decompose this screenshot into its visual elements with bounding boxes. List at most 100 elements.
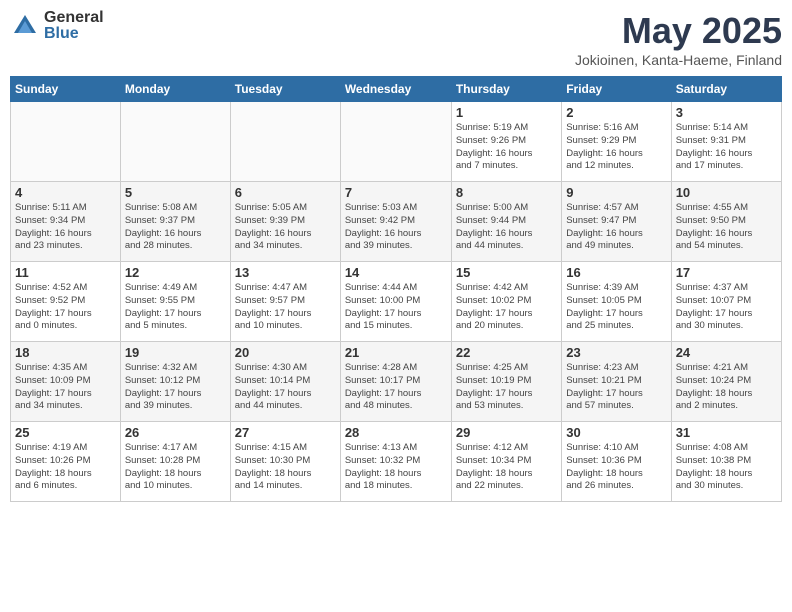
day-number: 8 — [456, 185, 557, 200]
day-info: Sunrise: 5:08 AM Sunset: 9:37 PM Dayligh… — [125, 202, 226, 253]
day-number: 15 — [456, 265, 557, 280]
calendar-day: 6Sunrise: 5:05 AM Sunset: 9:39 PM Daylig… — [230, 182, 340, 262]
day-number: 20 — [235, 345, 336, 360]
day-number: 17 — [676, 265, 777, 280]
calendar-day: 9 Sunrise: 4:57 AM Sunset: 9:47 PM Daylig… — [562, 182, 671, 262]
day-info: Sunrise: 4:39 AM Sunset: 10:05 PM Daylig… — [566, 282, 666, 333]
logo-icon — [10, 11, 40, 41]
header-row: SundayMondayTuesdayWednesdayThursdayFrid… — [11, 77, 782, 102]
calendar-day: 30Sunrise: 4:10 AM Sunset: 10:36 PM Dayl… — [562, 422, 671, 502]
calendar-week: 25 Sunrise: 4:19 AM Sunset: 10:26 PM Dayl… — [11, 422, 782, 502]
calendar-day: 3 Sunrise: 5:14 AM Sunset: 9:31 PM Daylig… — [671, 102, 781, 182]
day-info: Sunrise: 4:25 AM Sunset: 10:19 PM Daylig… — [456, 362, 557, 413]
day-info: Sunrise: 4:15 AM Sunset: 10:30 PM Daylig… — [235, 442, 336, 493]
day-info: Sunrise: 5:03 AM Sunset: 9:42 PM Dayligh… — [345, 202, 447, 253]
day-number: 5 — [125, 185, 226, 200]
calendar-day: 24 Sunrise: 4:21 AM Sunset: 10:24 PM Dayl… — [671, 342, 781, 422]
calendar-day: 29 Sunrise: 4:12 AM Sunset: 10:34 PM Dayl… — [451, 422, 561, 502]
header-day: Sunday — [11, 77, 121, 102]
day-number: 18 — [15, 345, 116, 360]
calendar-day: 14Sunrise: 4:44 AM Sunset: 10:00 PM Dayl… — [340, 262, 451, 342]
day-number: 9 — [566, 185, 666, 200]
calendar-day — [340, 102, 451, 182]
calendar-day: 16Sunrise: 4:39 AM Sunset: 10:05 PM Dayl… — [562, 262, 671, 342]
day-info: Sunrise: 4:12 AM Sunset: 10:34 PM Daylig… — [456, 442, 557, 493]
calendar-day: 28 Sunrise: 4:13 AM Sunset: 10:32 PM Dayl… — [340, 422, 451, 502]
calendar-day: 15 Sunrise: 4:42 AM Sunset: 10:02 PM Dayl… — [451, 262, 561, 342]
calendar-week: 18 Sunrise: 4:35 AM Sunset: 10:09 PM Dayl… — [11, 342, 782, 422]
calendar-day: 22Sunrise: 4:25 AM Sunset: 10:19 PM Dayl… — [451, 342, 561, 422]
day-info: Sunrise: 4:19 AM Sunset: 10:26 PM Daylig… — [15, 442, 116, 493]
calendar-day: 2 Sunrise: 5:16 AM Sunset: 9:29 PM Daylig… — [562, 102, 671, 182]
calendar-day — [230, 102, 340, 182]
calendar-day: 19Sunrise: 4:32 AM Sunset: 10:12 PM Dayl… — [120, 342, 230, 422]
header-day: Wednesday — [340, 77, 451, 102]
day-number: 7 — [345, 185, 447, 200]
day-number: 4 — [15, 185, 116, 200]
day-info: Sunrise: 5:11 AM Sunset: 9:34 PM Dayligh… — [15, 202, 116, 253]
calendar-week: 1Sunrise: 5:19 AM Sunset: 9:26 PM Daylig… — [11, 102, 782, 182]
day-info: Sunrise: 4:37 AM Sunset: 10:07 PM Daylig… — [676, 282, 777, 333]
day-info: Sunrise: 4:21 AM Sunset: 10:24 PM Daylig… — [676, 362, 777, 413]
page-header: General Blue May 2025 Jokioinen, Kanta-H… — [10, 10, 782, 68]
logo-text: General Blue — [44, 10, 104, 42]
title-block: May 2025 Jokioinen, Kanta-Haeme, Finland — [575, 10, 782, 68]
day-info: Sunrise: 4:42 AM Sunset: 10:02 PM Daylig… — [456, 282, 557, 333]
header-day: Monday — [120, 77, 230, 102]
calendar-week: 11 Sunrise: 4:52 AM Sunset: 9:52 PM Dayli… — [11, 262, 782, 342]
day-number: 1 — [456, 105, 557, 120]
day-info: Sunrise: 4:52 AM Sunset: 9:52 PM Dayligh… — [15, 282, 116, 333]
header-day: Thursday — [451, 77, 561, 102]
day-number: 3 — [676, 105, 777, 120]
calendar-day: 25 Sunrise: 4:19 AM Sunset: 10:26 PM Dayl… — [11, 422, 121, 502]
calendar-day: 31 Sunrise: 4:08 AM Sunset: 10:38 PM Dayl… — [671, 422, 781, 502]
day-info: Sunrise: 4:49 AM Sunset: 9:55 PM Dayligh… — [125, 282, 226, 333]
day-number: 19 — [125, 345, 226, 360]
day-info: Sunrise: 4:23 AM Sunset: 10:21 PM Daylig… — [566, 362, 666, 413]
calendar-day: 4 Sunrise: 5:11 AM Sunset: 9:34 PM Daylig… — [11, 182, 121, 262]
day-number: 12 — [125, 265, 226, 280]
day-number: 2 — [566, 105, 666, 120]
header-day: Saturday — [671, 77, 781, 102]
calendar-body: 1Sunrise: 5:19 AM Sunset: 9:26 PM Daylig… — [11, 102, 782, 502]
day-number: 25 — [15, 425, 116, 440]
day-number: 14 — [345, 265, 447, 280]
calendar-day: 13Sunrise: 4:47 AM Sunset: 9:57 PM Dayli… — [230, 262, 340, 342]
day-info: Sunrise: 4:10 AM Sunset: 10:36 PM Daylig… — [566, 442, 666, 493]
calendar-day: 17 Sunrise: 4:37 AM Sunset: 10:07 PM Dayl… — [671, 262, 781, 342]
day-info: Sunrise: 4:57 AM Sunset: 9:47 PM Dayligh… — [566, 202, 666, 253]
day-number: 31 — [676, 425, 777, 440]
calendar-day: 20Sunrise: 4:30 AM Sunset: 10:14 PM Dayl… — [230, 342, 340, 422]
day-number: 11 — [15, 265, 116, 280]
calendar-day: 11 Sunrise: 4:52 AM Sunset: 9:52 PM Dayli… — [11, 262, 121, 342]
day-info: Sunrise: 4:35 AM Sunset: 10:09 PM Daylig… — [15, 362, 116, 413]
day-info: Sunrise: 4:28 AM Sunset: 10:17 PM Daylig… — [345, 362, 447, 413]
day-info: Sunrise: 4:13 AM Sunset: 10:32 PM Daylig… — [345, 442, 447, 493]
day-number: 28 — [345, 425, 447, 440]
calendar-header: SundayMondayTuesdayWednesdayThursdayFrid… — [11, 77, 782, 102]
calendar-table: SundayMondayTuesdayWednesdayThursdayFrid… — [10, 76, 782, 502]
logo-general: General — [44, 10, 104, 26]
day-number: 27 — [235, 425, 336, 440]
calendar-day: 12 Sunrise: 4:49 AM Sunset: 9:55 PM Dayli… — [120, 262, 230, 342]
logo: General Blue — [10, 10, 104, 42]
day-info: Sunrise: 5:14 AM Sunset: 9:31 PM Dayligh… — [676, 122, 777, 173]
day-number: 29 — [456, 425, 557, 440]
day-number: 6 — [235, 185, 336, 200]
calendar-day: 10Sunrise: 4:55 AM Sunset: 9:50 PM Dayli… — [671, 182, 781, 262]
calendar-day: 27 Sunrise: 4:15 AM Sunset: 10:30 PM Dayl… — [230, 422, 340, 502]
calendar-day: 26Sunrise: 4:17 AM Sunset: 10:28 PM Dayl… — [120, 422, 230, 502]
title-location: Jokioinen, Kanta-Haeme, Finland — [575, 52, 782, 68]
day-info: Sunrise: 5:16 AM Sunset: 9:29 PM Dayligh… — [566, 122, 666, 173]
calendar-day: 21Sunrise: 4:28 AM Sunset: 10:17 PM Dayl… — [340, 342, 451, 422]
day-number: 24 — [676, 345, 777, 360]
calendar-day: 8Sunrise: 5:00 AM Sunset: 9:44 PM Daylig… — [451, 182, 561, 262]
title-month: May 2025 — [575, 10, 782, 52]
calendar-day: 5 Sunrise: 5:08 AM Sunset: 9:37 PM Daylig… — [120, 182, 230, 262]
calendar-day — [11, 102, 121, 182]
calendar-day: 7 Sunrise: 5:03 AM Sunset: 9:42 PM Daylig… — [340, 182, 451, 262]
day-number: 13 — [235, 265, 336, 280]
header-day: Tuesday — [230, 77, 340, 102]
day-info: Sunrise: 4:08 AM Sunset: 10:38 PM Daylig… — [676, 442, 777, 493]
day-number: 26 — [125, 425, 226, 440]
